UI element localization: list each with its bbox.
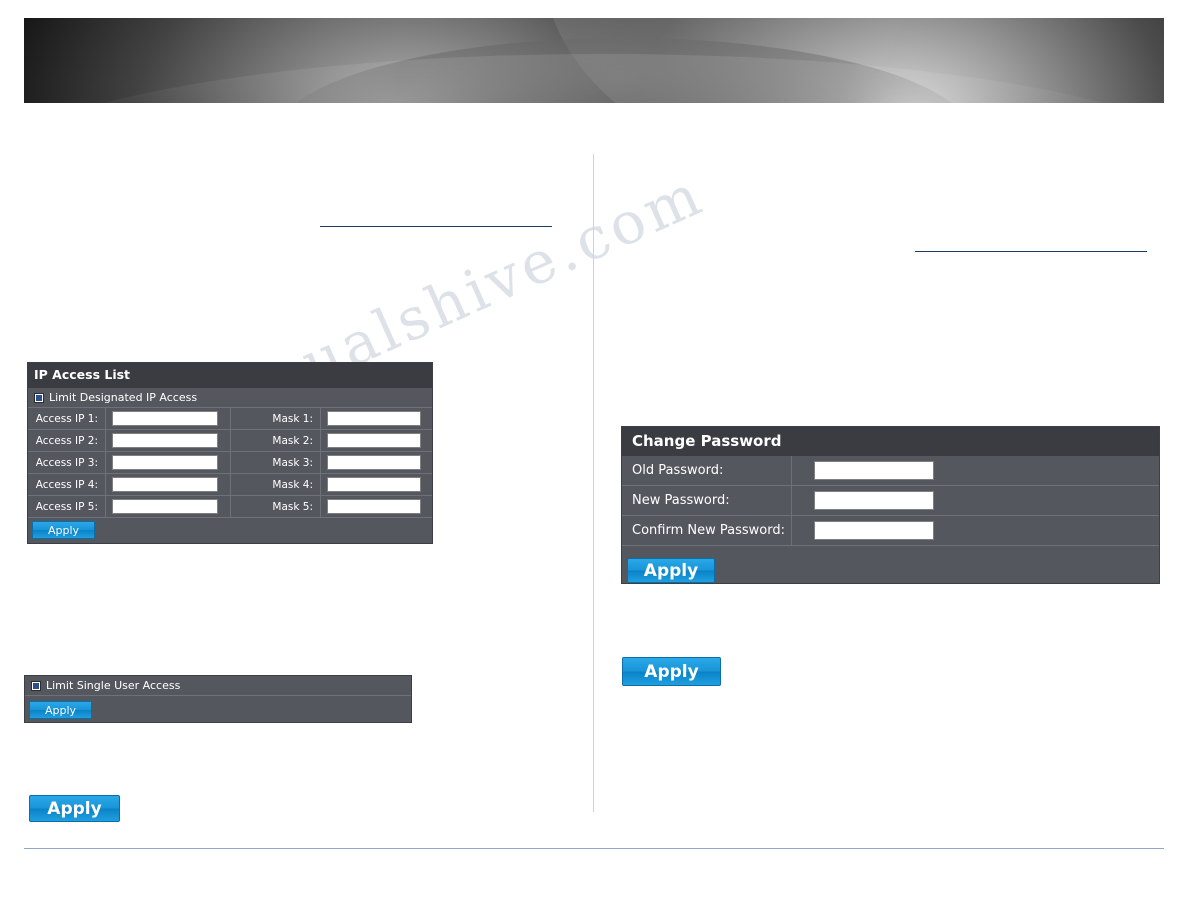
limit-designated-ip-access-row[interactable]: Limit Designated IP Access [28, 388, 432, 408]
access-ip-4-cell[interactable] [106, 474, 231, 495]
mask-1-label: Mask 1: [231, 408, 321, 429]
access-ip-2-cell[interactable] [106, 430, 231, 451]
access-ip-3-label: Access IP 3: [28, 452, 106, 473]
mask-1-cell[interactable] [321, 408, 432, 429]
limit-designated-ip-access-label: Limit Designated IP Access [49, 391, 198, 404]
table-row: Confirm New Password: [622, 516, 1159, 546]
mask-5-input[interactable] [327, 499, 421, 514]
access-ip-3-cell[interactable] [106, 452, 231, 473]
left-apply-button[interactable]: Apply [29, 795, 120, 822]
right-heading-underline [915, 251, 1147, 252]
access-ip-4-input[interactable] [112, 477, 218, 492]
limit-designated-ip-access-checkbox[interactable] [34, 392, 44, 403]
left-heading-underline [320, 226, 552, 227]
access-ip-2-label: Access IP 2: [28, 430, 106, 451]
old-password-label: Old Password: [622, 456, 792, 485]
table-row: Access IP 5: Mask 5: [28, 496, 432, 518]
change-password-apply-button[interactable]: Apply [627, 558, 715, 583]
access-ip-4-label: Access IP 4: [28, 474, 106, 495]
table-row: Access IP 1: Mask 1: [28, 408, 432, 430]
new-password-input[interactable] [814, 491, 934, 510]
change-password-title: Change Password [622, 427, 1159, 456]
mask-3-cell[interactable] [321, 452, 432, 473]
mask-1-input[interactable] [327, 411, 421, 426]
limit-single-user-access-label: Limit Single User Access [46, 679, 181, 692]
access-ip-5-input[interactable] [112, 499, 218, 514]
access-ip-1-label: Access IP 1: [28, 408, 106, 429]
access-ip-1-input[interactable] [112, 411, 218, 426]
footer-rule [24, 848, 1164, 849]
mask-2-input[interactable] [327, 433, 421, 448]
right-apply-button[interactable]: Apply [622, 657, 721, 686]
mask-3-input[interactable] [327, 455, 421, 470]
mask-5-cell[interactable] [321, 496, 432, 517]
page-header-banner [24, 18, 1164, 103]
change-password-panel: Change Password Old Password: New Passwo… [621, 426, 1160, 584]
confirm-new-password-input[interactable] [814, 521, 934, 540]
mask-5-label: Mask 5: [231, 496, 321, 517]
limit-single-user-access-row[interactable]: Limit Single User Access [25, 676, 411, 696]
single-user-access-panel: Limit Single User Access Apply [24, 675, 412, 723]
access-ip-3-input[interactable] [112, 455, 218, 470]
access-ip-2-input[interactable] [112, 433, 218, 448]
mask-4-input[interactable] [327, 477, 421, 492]
mask-4-cell[interactable] [321, 474, 432, 495]
old-password-input[interactable] [814, 461, 934, 480]
column-divider [593, 154, 594, 812]
mask-3-label: Mask 3: [231, 452, 321, 473]
table-row: Access IP 4: Mask 4: [28, 474, 432, 496]
mask-2-cell[interactable] [321, 430, 432, 451]
limit-single-user-access-checkbox[interactable] [31, 680, 41, 691]
confirm-new-password-label: Confirm New Password: [622, 516, 792, 545]
ip-access-list-apply-button[interactable]: Apply [32, 521, 95, 539]
table-row: Access IP 2: Mask 2: [28, 430, 432, 452]
table-row: Access IP 3: Mask 3: [28, 452, 432, 474]
mask-2-label: Mask 2: [231, 430, 321, 451]
access-ip-5-label: Access IP 5: [28, 496, 106, 517]
new-password-label: New Password: [622, 486, 792, 515]
table-row: Old Password: [622, 456, 1159, 486]
confirm-new-password-cell[interactable] [792, 516, 1159, 545]
mask-4-label: Mask 4: [231, 474, 321, 495]
table-row: New Password: [622, 486, 1159, 516]
access-ip-5-cell[interactable] [106, 496, 231, 517]
access-ip-1-cell[interactable] [106, 408, 231, 429]
ip-access-list-title: IP Access List [28, 363, 432, 388]
old-password-cell[interactable] [792, 456, 1159, 485]
single-user-access-apply-button[interactable]: Apply [29, 701, 92, 719]
ip-access-list-panel: IP Access List Limit Designated IP Acces… [27, 362, 433, 544]
new-password-cell[interactable] [792, 486, 1159, 515]
